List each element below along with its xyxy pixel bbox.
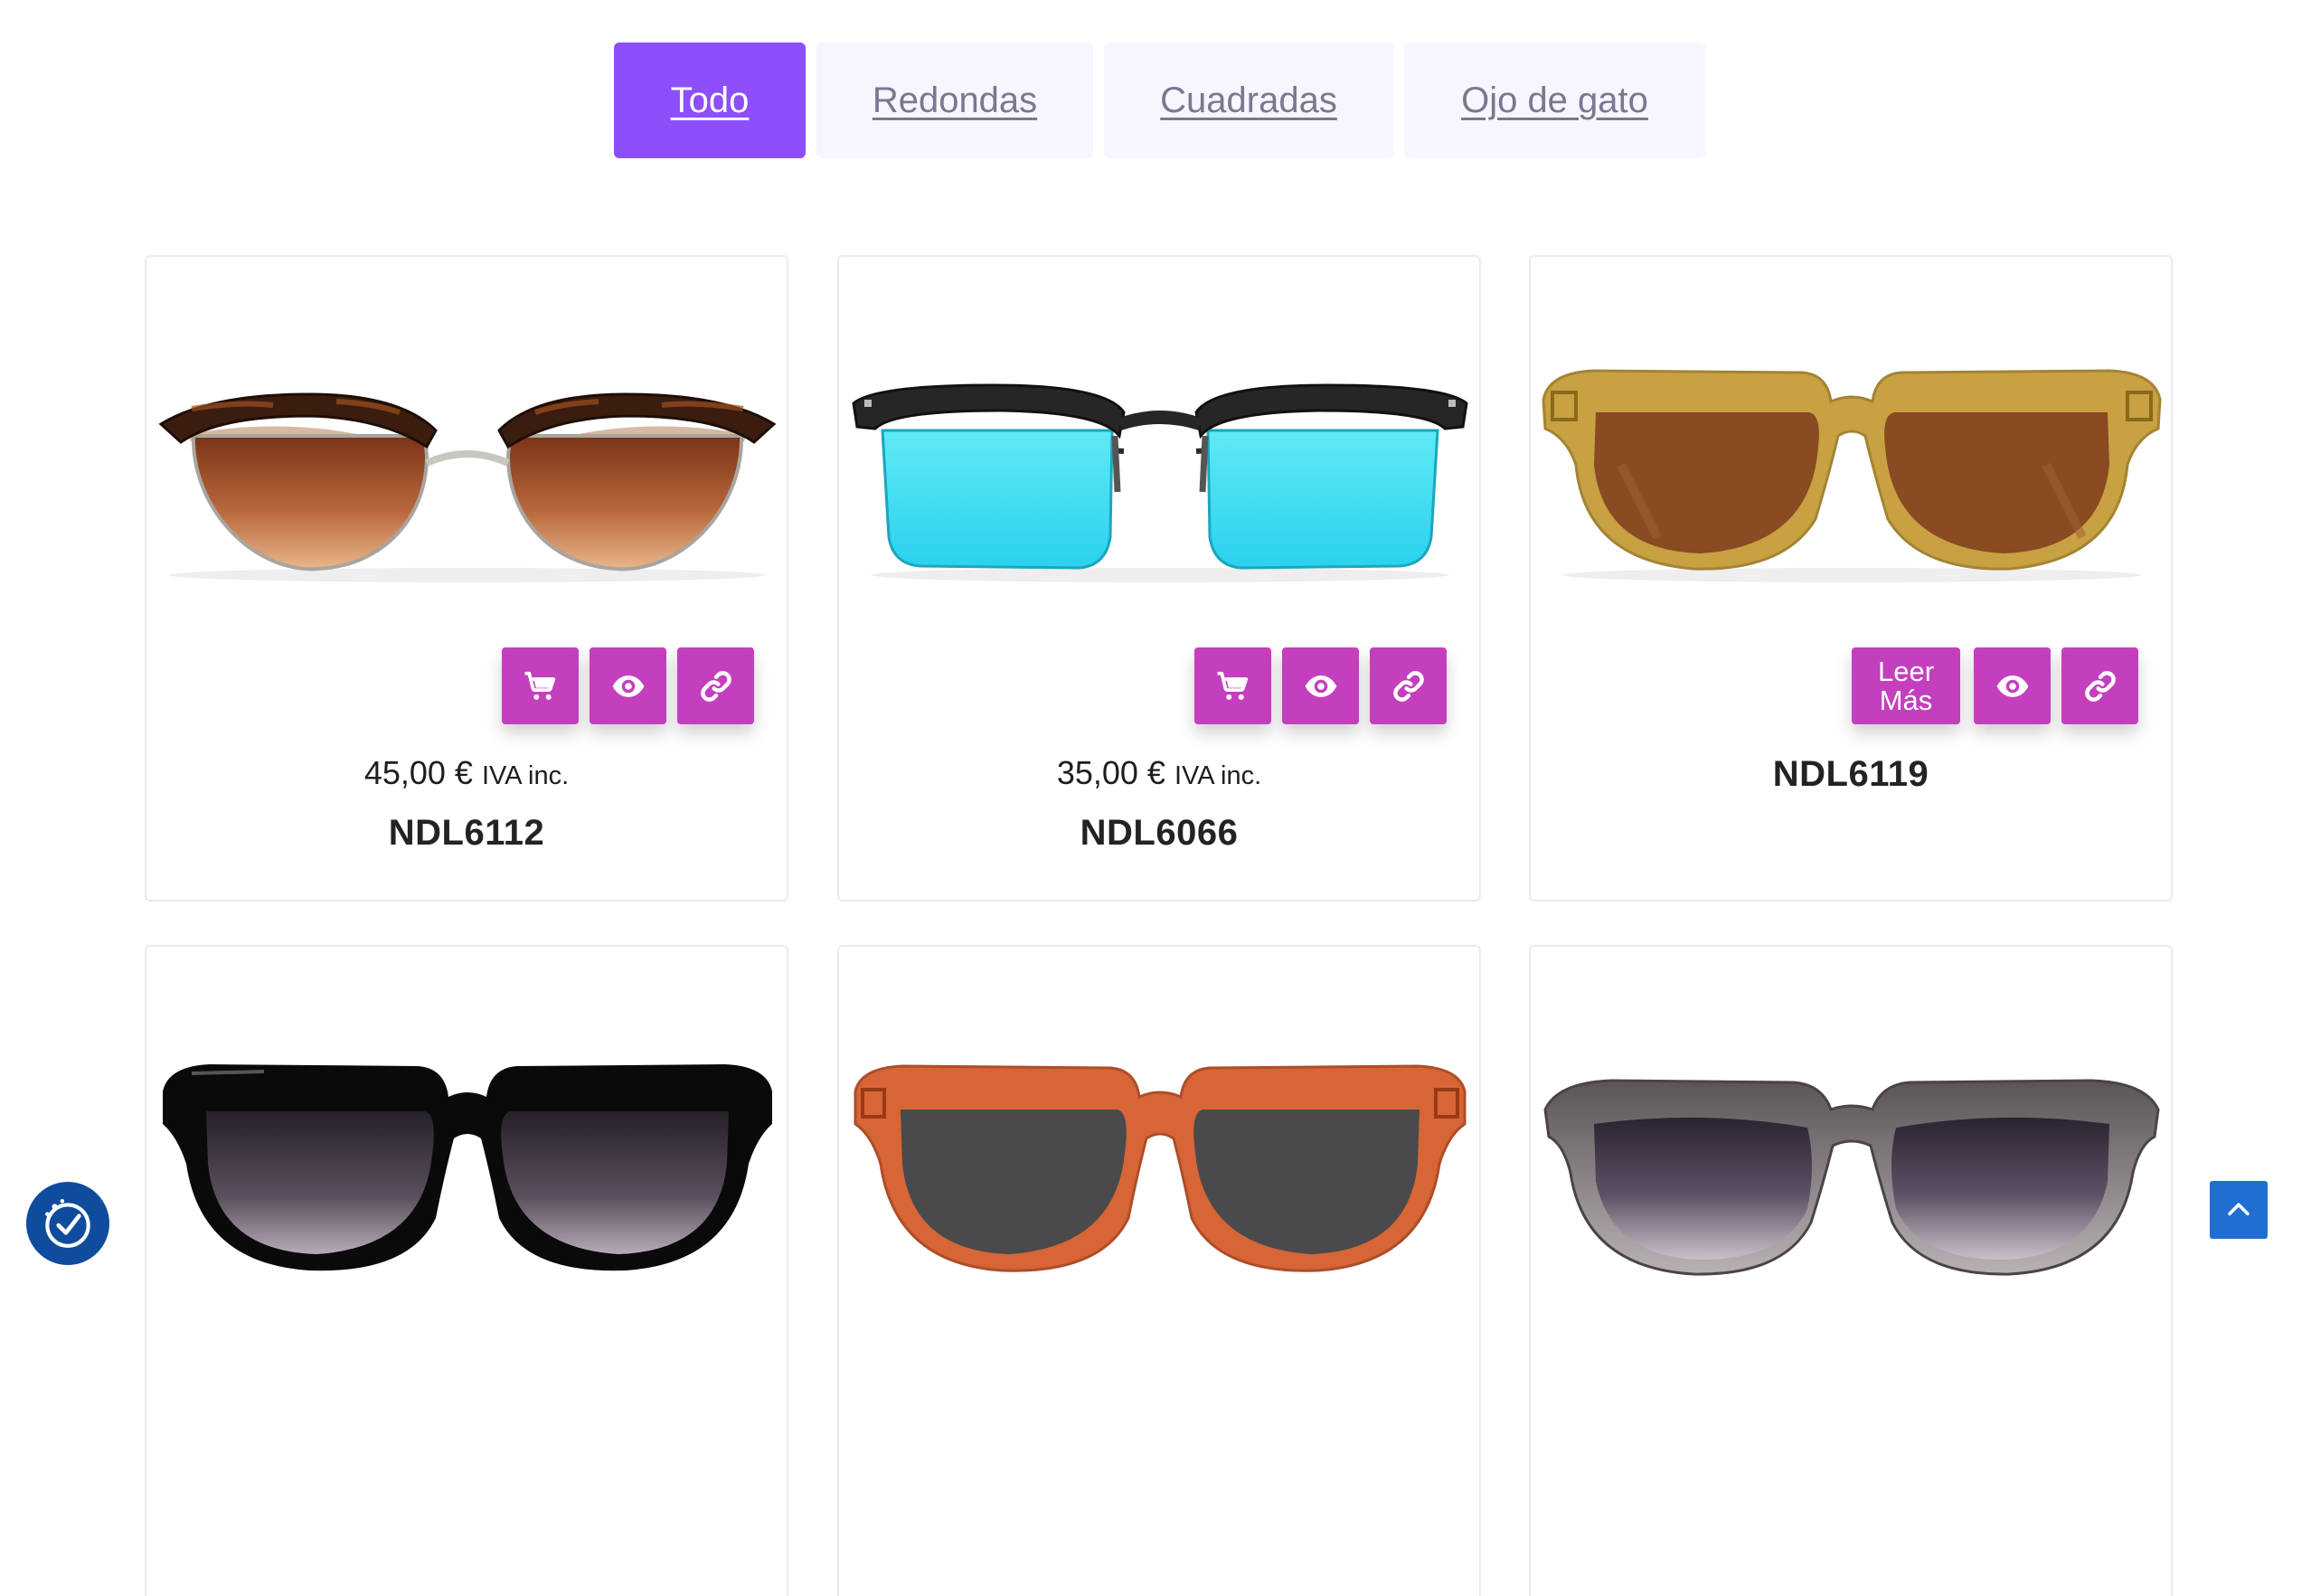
product-name[interactable]: NDL6066	[839, 813, 1479, 854]
product-image[interactable]	[848, 329, 1472, 591]
product-name[interactable]: NDL6119	[1531, 754, 2171, 795]
tax-label: IVA inc.	[481, 761, 570, 790]
product-price: 45,00 € IVA inc.	[146, 754, 787, 792]
quick-view-button[interactable]	[1974, 647, 2051, 724]
eye-icon	[612, 675, 644, 697]
accessibility-icon	[45, 1198, 90, 1248]
link-icon	[1392, 670, 1424, 702]
price-value: 35,00 €	[1056, 754, 1165, 791]
product-image[interactable]	[156, 1037, 779, 1299]
quick-view-button[interactable]	[590, 647, 666, 724]
add-to-cart-button[interactable]	[502, 647, 579, 724]
product-card	[837, 945, 1481, 1596]
link-icon	[700, 670, 731, 702]
product-link-button[interactable]	[1370, 647, 1447, 724]
cart-icon	[524, 671, 555, 700]
eye-icon	[1305, 675, 1336, 697]
chevron-up-icon	[2228, 1203, 2250, 1216]
tab-ojo-de-gato[interactable]: Ojo de gato	[1404, 42, 1705, 158]
read-more-button[interactable]: Leer Más	[1852, 647, 1960, 724]
product-image[interactable]	[156, 329, 779, 591]
tax-label: IVA inc.	[1174, 761, 1262, 790]
accessibility-button[interactable]	[26, 1182, 109, 1265]
product-card	[145, 945, 788, 1596]
tab-cuadradas[interactable]: Cuadradas	[1104, 42, 1393, 158]
link-icon	[2084, 670, 2116, 702]
product-link-button[interactable]	[2061, 647, 2138, 724]
scroll-to-top-button[interactable]	[2210, 1181, 2268, 1239]
product-name[interactable]: NDL6112	[146, 813, 787, 854]
product-image[interactable]	[848, 1037, 1472, 1299]
product-link-button[interactable]	[677, 647, 754, 724]
product-price: 35,00 € IVA inc.	[839, 754, 1479, 792]
product-image[interactable]	[1540, 1037, 2164, 1299]
price-value: 45,00 €	[363, 754, 473, 791]
tab-todo[interactable]: Todo	[614, 42, 806, 158]
add-to-cart-button[interactable]	[1194, 647, 1271, 724]
tab-redondas[interactable]: Redondas	[816, 42, 1093, 158]
product-card	[1529, 945, 2173, 1596]
product-card: Leer Más NDL6119	[1529, 255, 2173, 902]
product-image[interactable]	[1540, 329, 2164, 591]
product-card: 35,00 € IVA inc. NDL6066	[837, 255, 1481, 902]
product-card: 45,00 € IVA inc. NDL6112	[145, 255, 788, 902]
quick-view-button[interactable]	[1282, 647, 1359, 724]
cart-icon	[1217, 671, 1248, 700]
eye-icon	[1996, 675, 2028, 697]
